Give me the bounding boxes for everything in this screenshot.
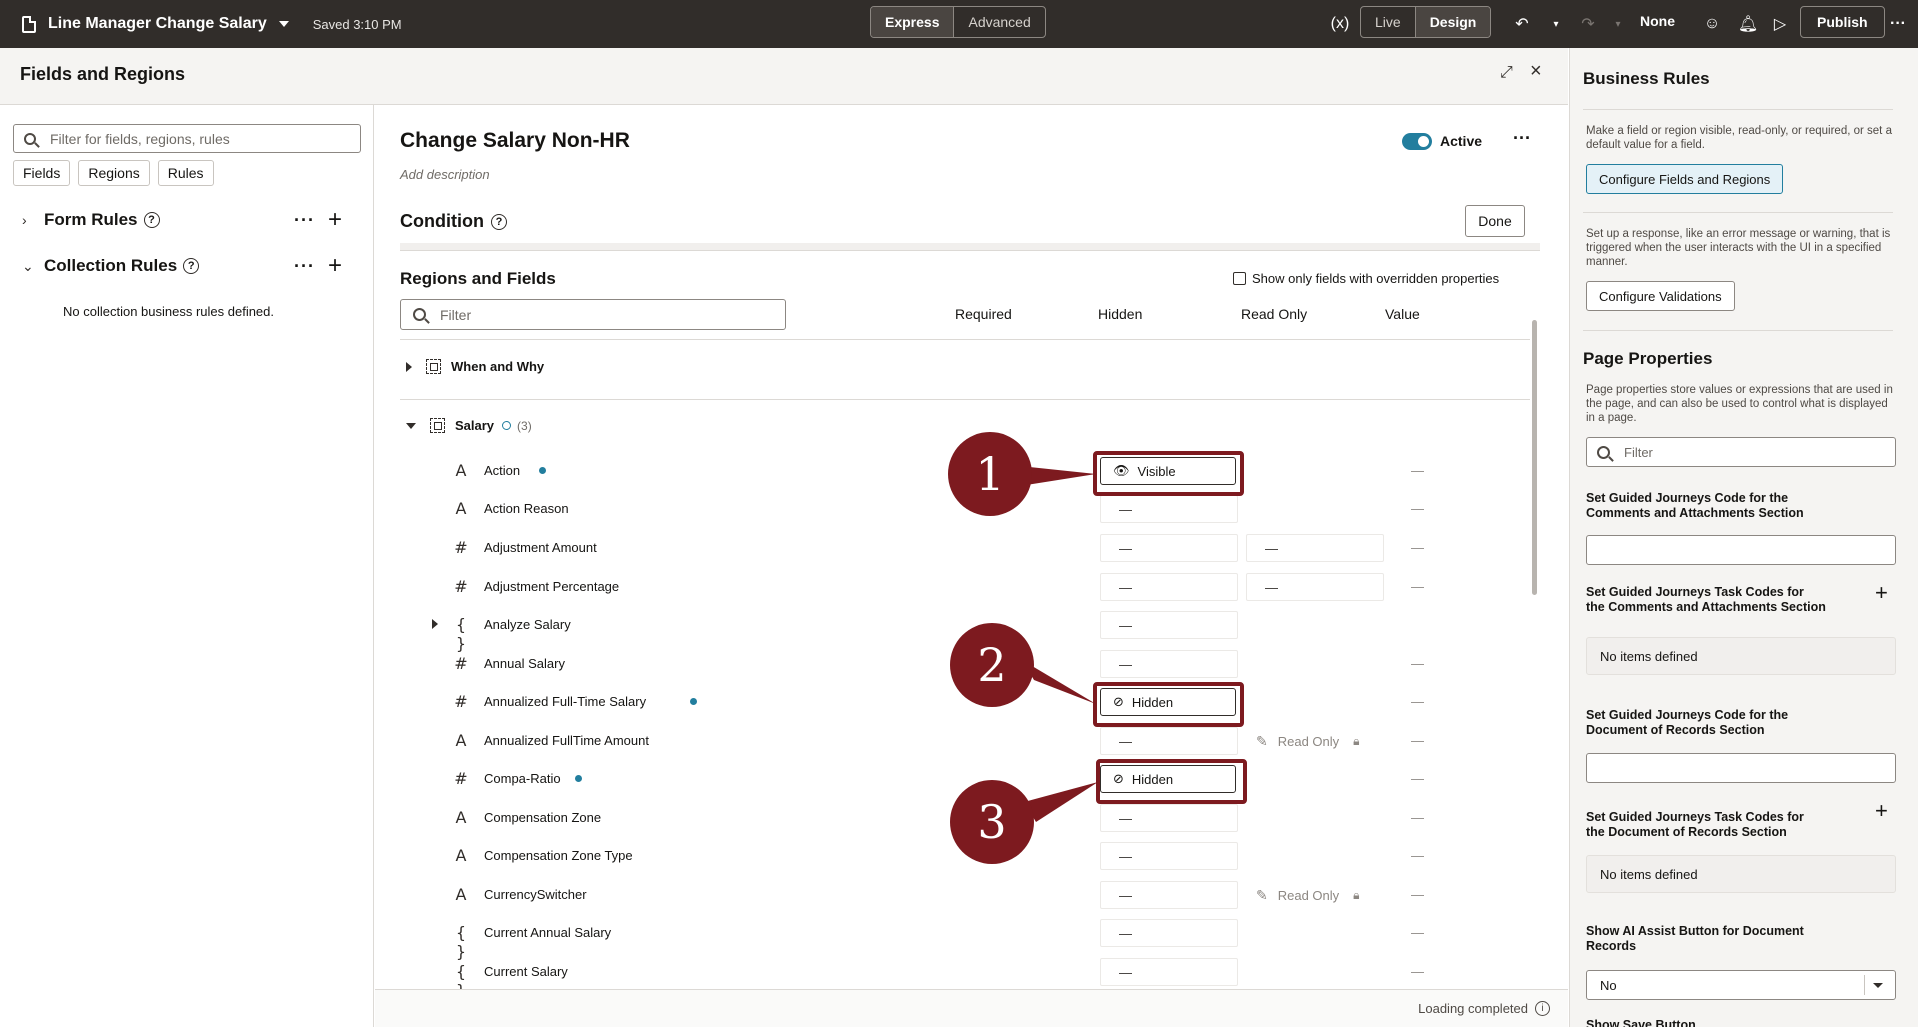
callout-badge-3: 3 bbox=[950, 780, 1034, 864]
callout-badge-2: 2 bbox=[950, 623, 1034, 707]
callout-pointers bbox=[1020, 466, 1098, 822]
callout-badge-1: 1 bbox=[948, 432, 1032, 516]
